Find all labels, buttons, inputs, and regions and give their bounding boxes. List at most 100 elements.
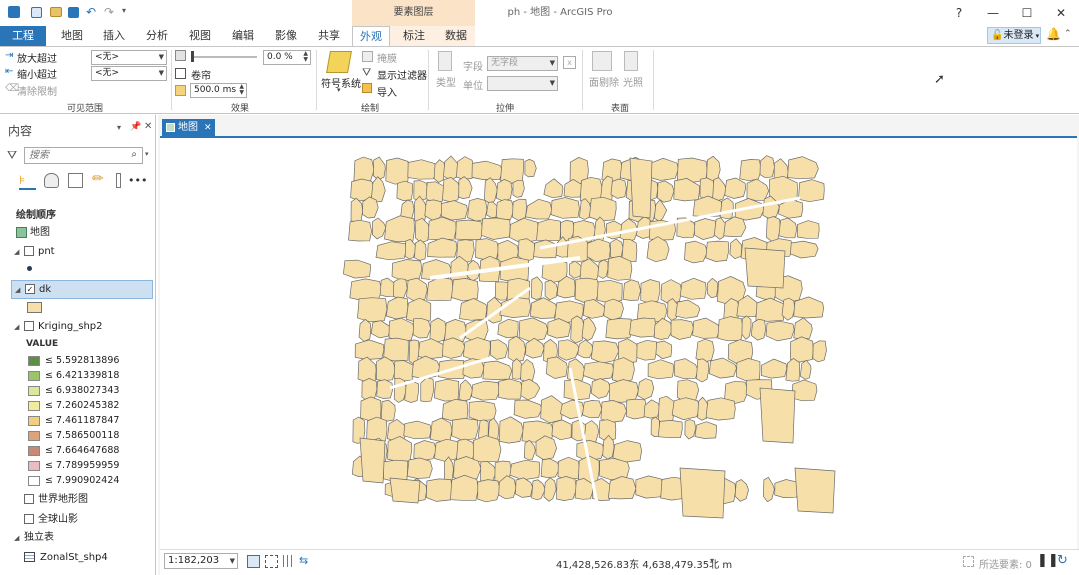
- parcel-polygon[interactable]: [643, 399, 661, 419]
- parcel-polygon[interactable]: [385, 296, 409, 320]
- expand-triangle-icon[interactable]: ◢: [14, 318, 24, 336]
- clear-limits-button[interactable]: 清除限制: [17, 83, 57, 98]
- parcel-polygon[interactable]: [490, 339, 508, 360]
- minimize-button[interactable]: —: [976, 0, 1010, 26]
- visibility-checkbox[interactable]: [24, 514, 34, 524]
- transparency-input[interactable]: 0.0 % ▲ ▼: [263, 50, 311, 65]
- parcel-polygon[interactable]: [750, 318, 767, 341]
- parcel-polygon[interactable]: [471, 160, 504, 180]
- parcel-polygon[interactable]: [597, 259, 609, 279]
- parcel-polygon[interactable]: [646, 236, 670, 263]
- parcel-polygon[interactable]: [494, 281, 509, 301]
- toc-item-kriging[interactable]: ◢ Kriging_shp2: [0, 318, 156, 336]
- transparency-slider[interactable]: [191, 51, 257, 62]
- parcel-polygon[interactable]: [498, 416, 524, 444]
- toc-item-world-hillshade[interactable]: 全球山影: [0, 511, 156, 529]
- parcel-polygon[interactable]: [451, 418, 479, 441]
- symbology-button[interactable]: 符号系统: [321, 75, 361, 90]
- parcel-polygon[interactable]: [600, 400, 627, 423]
- parcel-polygon[interactable]: [343, 259, 371, 279]
- parcel-polygon[interactable]: [581, 316, 597, 341]
- parcel-polygon[interactable]: [425, 478, 454, 502]
- parcel-polygon[interactable]: [543, 477, 557, 502]
- parcel-polygon[interactable]: [348, 219, 372, 242]
- tab-view[interactable]: 视图: [184, 26, 216, 46]
- tab-edit[interactable]: 编辑: [227, 26, 259, 46]
- parcel-polygon[interactable]: [793, 317, 813, 340]
- parcel-polygon[interactable]: [520, 378, 541, 401]
- parcel-polygon[interactable]: [781, 297, 796, 321]
- legend-color-swatch[interactable]: [28, 355, 40, 366]
- help-button[interactable]: ?: [942, 0, 976, 26]
- fixed-extent-icon[interactable]: [265, 555, 278, 568]
- parcel-polygon[interactable]: [796, 220, 820, 239]
- parcel-polygon[interactable]: [593, 216, 606, 244]
- tab-map-view[interactable]: 地图 ✕: [162, 119, 215, 136]
- parcel-polygon[interactable]: [741, 315, 752, 340]
- parcel-polygon[interactable]: [383, 337, 409, 362]
- parcel-polygon[interactable]: [765, 216, 781, 242]
- parcel-polygon[interactable]: [611, 357, 635, 383]
- parcel-polygon[interactable]: [798, 179, 825, 203]
- visibility-checkbox[interactable]: [24, 246, 34, 256]
- parcel-polygon[interactable]: [512, 179, 525, 198]
- parcel-polygon[interactable]: [590, 340, 620, 364]
- parcel-polygon[interactable]: [524, 158, 537, 178]
- parcel-polygon[interactable]: [591, 378, 611, 399]
- parcel-polygon[interactable]: [482, 360, 513, 380]
- parcel-polygon[interactable]: [596, 279, 623, 304]
- parcel-polygon[interactable]: [723, 216, 747, 237]
- parcel-polygon[interactable]: [790, 240, 819, 259]
- save-icon[interactable]: [68, 7, 79, 18]
- parcel-polygon[interactable]: [443, 456, 454, 483]
- legend-color-swatch[interactable]: [28, 370, 40, 381]
- parcel-polygon[interactable]: [705, 240, 730, 262]
- parcel-polygon[interactable]: [774, 479, 800, 498]
- parcel-polygon[interactable]: [640, 279, 661, 304]
- parcel-polygon[interactable]: [385, 157, 410, 185]
- tab-labeling[interactable]: 标注: [398, 26, 430, 46]
- parcel-polygon[interactable]: [451, 278, 479, 302]
- toc-search-input[interactable]: ⌕: [24, 147, 143, 164]
- parcel-polygon[interactable]: [675, 299, 701, 319]
- parcel-polygon[interactable]: [735, 358, 761, 382]
- parcel-polygon[interactable]: [375, 241, 407, 261]
- pane-close-icon[interactable]: ✕: [144, 121, 152, 132]
- parcel-polygon[interactable]: [536, 218, 561, 242]
- parcel-polygon[interactable]: [350, 197, 364, 223]
- legend-item[interactable]: ≤ 7.586500118: [28, 428, 153, 443]
- parcel-polygon[interactable]: [396, 180, 414, 201]
- parcel-polygon[interactable]: [629, 317, 657, 338]
- parcel-polygon[interactable]: [370, 320, 391, 339]
- parcel-polygon[interactable]: [434, 438, 460, 462]
- parcel-polygon[interactable]: [794, 467, 836, 514]
- fixed-scale-icon[interactable]: [247, 555, 260, 568]
- visibility-checkbox[interactable]: [24, 494, 34, 504]
- parcel-polygon[interactable]: [529, 297, 558, 319]
- parcel-polygon[interactable]: [582, 400, 603, 419]
- parcel-polygon[interactable]: [486, 201, 498, 219]
- parcel-polygon[interactable]: [649, 157, 679, 181]
- parcel-polygon[interactable]: [484, 177, 498, 204]
- parcel-polygon[interactable]: [657, 420, 683, 439]
- parcel-polygon[interactable]: [354, 339, 385, 360]
- flicker-rate-input[interactable]: 500.0 ms ▲ ▼: [190, 83, 247, 98]
- parcel-polygon[interactable]: [427, 237, 458, 258]
- parcel-polygon[interactable]: [407, 159, 438, 180]
- parcel-polygon[interactable]: [359, 437, 386, 484]
- parcel-polygon[interactable]: [455, 219, 484, 240]
- parcel-polygon[interactable]: [653, 199, 668, 222]
- parcel-polygon[interactable]: [603, 298, 624, 321]
- parcel-polygon[interactable]: [475, 238, 499, 260]
- parcel-polygon[interactable]: [679, 277, 707, 300]
- list-by-editing-icon[interactable]: ✏: [92, 171, 104, 187]
- parcel-polygon[interactable]: [481, 217, 511, 240]
- parcel-polygon[interactable]: [550, 197, 580, 219]
- parcel-polygon[interactable]: [373, 156, 386, 181]
- expand-triangle-icon[interactable]: ◢: [14, 529, 24, 547]
- legend-color-swatch[interactable]: [28, 460, 40, 471]
- parcel-polygon[interactable]: [372, 217, 387, 240]
- parcel-polygon[interactable]: [545, 356, 568, 379]
- open-project-icon[interactable]: [50, 7, 62, 17]
- parcel-polygon[interactable]: [441, 398, 469, 422]
